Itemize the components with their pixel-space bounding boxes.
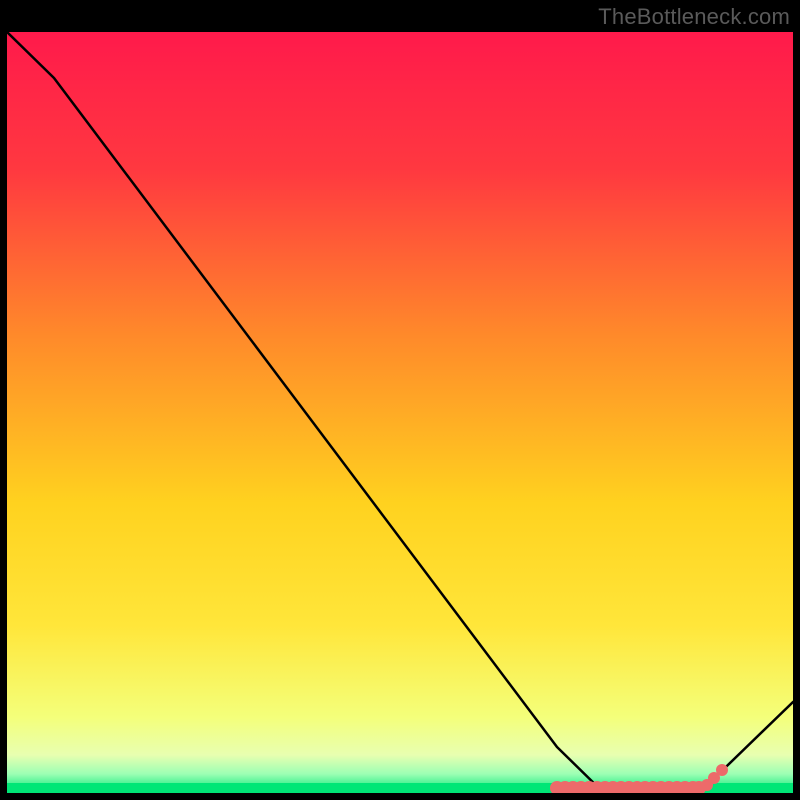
stage: TheBottleneck.com <box>0 0 800 800</box>
gradient-background <box>7 32 793 793</box>
attribution-text: TheBottleneck.com <box>598 4 790 30</box>
bottleneck-chart <box>7 32 793 793</box>
chart-container <box>7 32 793 793</box>
